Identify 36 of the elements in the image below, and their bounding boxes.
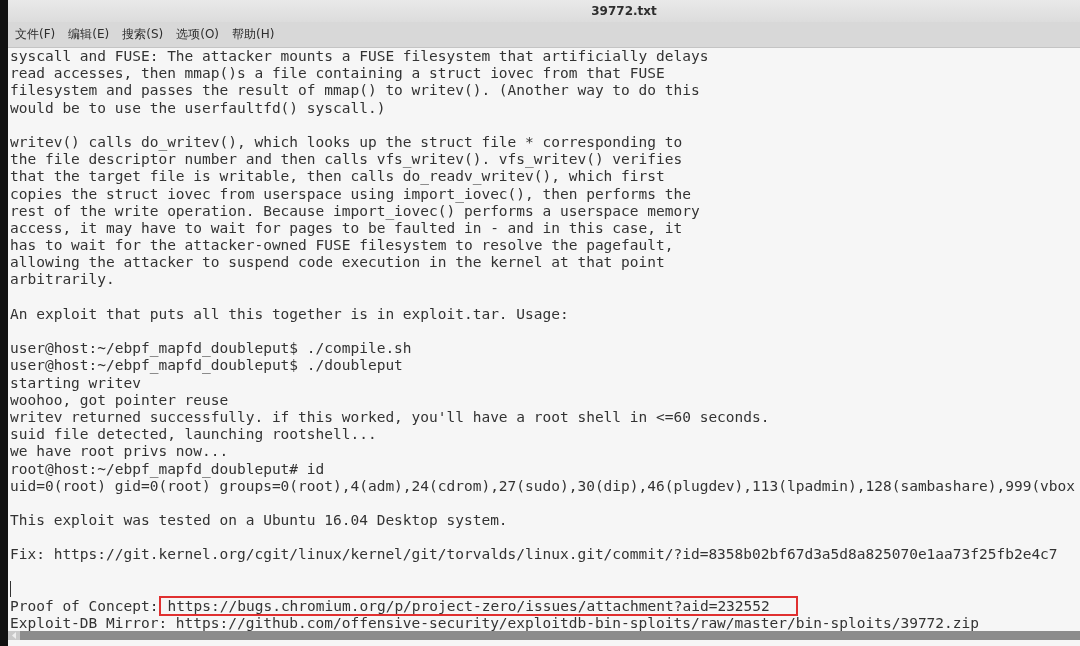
- text-line: Exploit-DB Mirror: https://github.com/offensive-security/exploitdb-bin-sploits/raw/master/bin-sploits/39772.zip: [10, 615, 979, 631]
- text-line: allowing the attacker to suspend code execution in the kernel at that point: [10, 254, 665, 271]
- window-title: 39772.txt: [591, 4, 657, 18]
- text-line: copies the struct iovec from userspace using import_iovec(), then performs the: [10, 185, 691, 202]
- text-line: rest of the write operation. Because import_iovec() performs a userspace memory: [10, 202, 700, 219]
- text-line: This exploit was tested on a Ubuntu 16.04 Desktop system.: [10, 512, 508, 529]
- text-line: has to wait for the attacker-owned FUSE filesystem to resolve the pagefault,: [10, 237, 674, 254]
- text-line: read accesses, then mmap()s a file containing a struct iovec from that FUSE: [10, 65, 665, 82]
- text-line: Fix: https://git.kernel.org/cgit/linux/kernel/git/torvalds/linux.git/commit/?id=8358b02bf67d3a5d8a825070e1aa73f25fb2e4c7: [10, 546, 1058, 563]
- text-line: writev returned successfully. if this worked, you'll have a root shell in <=60 seconds.: [10, 408, 770, 425]
- text-line: access, it may have to wait for pages to be faulted in - and in this case, it: [10, 219, 683, 236]
- text-line: Proof of Concept:: [10, 598, 159, 614]
- text-line: we have root privs now...: [10, 443, 229, 460]
- text-line: filesystem and passes the result of mmap() to writev(). (Another way to do this: [10, 82, 700, 99]
- text-line: starting writev: [10, 374, 141, 391]
- menu-item[interactable]: 帮助(H): [227, 24, 280, 45]
- menu-item[interactable]: 编辑(E): [63, 24, 115, 45]
- highlighted-url: https://bugs.chromium.org/p/project-zero/issues/attachment?aid=232552: [159, 596, 798, 616]
- text-cursor: [10, 580, 11, 597]
- text-line: uid=0(root) gid=0(root) groups=0(root),4(adm),24(cdrom),27(sudo),30(dip),46(plugdev),113(lpadmin),128(sambashare),999(vbox: [10, 477, 1076, 494]
- text-line: user@host:~/ebpf_mapfd_doubleput$ ./doubleput: [10, 357, 403, 374]
- text-line: root@host:~/ebpf_mapfd_doubleput# id: [10, 460, 325, 477]
- text-line: writev() calls do_writev(), which looks up the struct file * corresponding to: [10, 133, 683, 150]
- text-line: arbitrarily.: [10, 271, 115, 288]
- text-line: An exploit that puts all this together is in exploit.tar. Usage:: [10, 305, 569, 322]
- text-line: user@host:~/ebpf_mapfd_doubleput$ ./compile.sh: [10, 340, 412, 357]
- text-line: the file descriptor number and then calls vfs_writev(). vfs_writev() verifies: [10, 151, 683, 168]
- text-line: that the target file is writable, then calls do_readv_writev(), which first: [10, 168, 665, 185]
- menu-item[interactable]: 文件(F): [10, 24, 61, 45]
- scroll-left-icon[interactable]: [10, 631, 18, 640]
- text-line: woohoo, got pointer reuse: [10, 391, 229, 408]
- menu-item[interactable]: 搜索(S): [117, 24, 169, 45]
- text-line: syscall and FUSE: The attacker mounts a FUSE filesystem that artificially delays: [10, 48, 709, 64]
- text-line: suid file detected, launching rootshell...: [10, 426, 377, 443]
- text-line: would be to use the userfaultfd() syscall.): [10, 99, 386, 116]
- menu-item[interactable]: 选项(O): [171, 24, 224, 45]
